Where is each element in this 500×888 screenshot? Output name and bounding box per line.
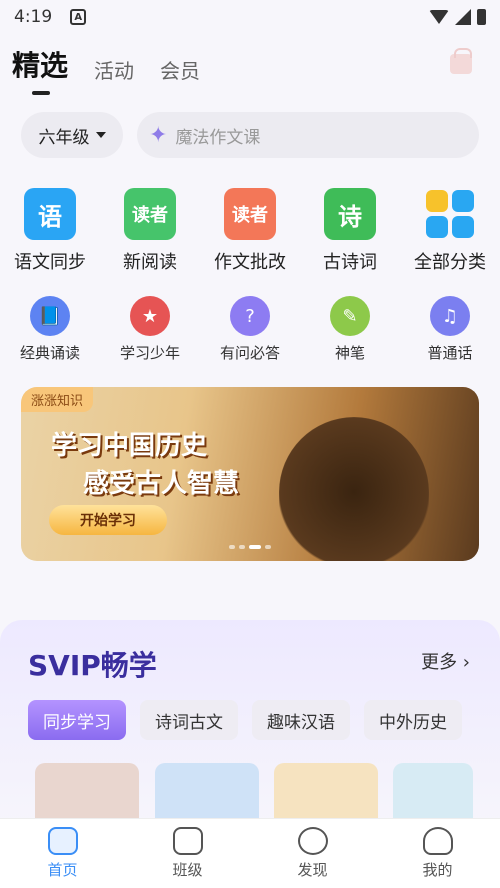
new-reading-icon: 读者 bbox=[124, 188, 176, 240]
octopus-icon bbox=[422, 827, 453, 855]
grid-item-qa[interactable]: ? 有问必答 bbox=[200, 296, 300, 363]
grid-item-label: 学习少年 bbox=[119, 344, 180, 362]
grid-item-label: 古诗词 bbox=[323, 252, 377, 273]
status-icons bbox=[429, 9, 486, 25]
home-icon bbox=[47, 827, 78, 855]
planet-icon bbox=[297, 827, 328, 855]
nav-home[interactable]: 首页 bbox=[0, 819, 125, 888]
nav-label: 班级 bbox=[172, 861, 203, 879]
main-category-grid: 语 语文同步 读者 新阅读 读者 作文批改 诗 古诗词 全部分类 bbox=[0, 188, 500, 274]
class-icon bbox=[172, 827, 203, 855]
grid-item-label: 有问必答 bbox=[219, 344, 280, 362]
sparkle-icon: ✦ bbox=[149, 122, 168, 148]
nav-class[interactable]: 班级 bbox=[125, 819, 250, 888]
tab-featured[interactable]: 精选 bbox=[12, 44, 68, 84]
grid-item-label: 新阅读 bbox=[123, 252, 177, 273]
grid-item-label: 作文批改 bbox=[214, 252, 286, 273]
nav-discover[interactable]: 发现 bbox=[250, 819, 375, 888]
essay-correction-icon: 读者 bbox=[224, 188, 276, 240]
classic-recitation-icon: 📘 bbox=[30, 296, 70, 336]
tab-membership[interactable]: 会员 bbox=[160, 55, 200, 84]
battery-icon bbox=[477, 9, 486, 25]
banner-illustration bbox=[279, 417, 429, 561]
magic-pen-icon: ✎ bbox=[330, 296, 370, 336]
banner-title-line2: 感受古人智慧 bbox=[83, 469, 240, 499]
grid-item-essay-correction[interactable]: 读者 作文批改 bbox=[200, 188, 300, 274]
chip-sync-learning[interactable]: 同步学习 bbox=[28, 700, 126, 740]
banner-title-line1: 学习中国历史 bbox=[51, 431, 208, 461]
chinese-sync-icon: 语 bbox=[24, 188, 76, 240]
grid-item-classic-recitation[interactable]: 📘 经典诵读 bbox=[0, 296, 100, 363]
svip-section: SVIP畅学 更多 › 同步学习 诗词古文 趣味汉语 中外历史 bbox=[0, 620, 500, 840]
notification-icon: A bbox=[70, 9, 87, 25]
nav-label: 我的 bbox=[422, 861, 453, 879]
grid-item-label: 语文同步 bbox=[14, 252, 86, 273]
tab-activities[interactable]: 活动 bbox=[94, 55, 134, 84]
svip-more-link[interactable]: 更多 › bbox=[421, 648, 470, 674]
promo-banner[interactable]: 涨涨知识 学习中国历史 感受古人智慧 开始学习 bbox=[21, 387, 479, 561]
carousel-dot bbox=[249, 545, 261, 549]
svip-title: SVIP畅学 bbox=[28, 649, 157, 682]
grid-item-label: 普通话 bbox=[427, 344, 473, 362]
top-tabs: 精选 活动 会员 bbox=[12, 44, 200, 84]
grid-item-new-reading[interactable]: 读者 新阅读 bbox=[100, 188, 200, 274]
nav-profile[interactable]: 我的 bbox=[375, 819, 500, 888]
study-youth-icon: ★ bbox=[130, 296, 170, 336]
sub-category-grid: 📘 经典诵读 ★ 学习少年 ? 有问必答 ✎ 神笔 ♫ 普通话 bbox=[0, 296, 500, 363]
nav-label: 首页 bbox=[47, 861, 78, 879]
ancient-poetry-icon: 诗 bbox=[324, 188, 376, 240]
all-categories-icon bbox=[424, 188, 476, 240]
search-input[interactable]: ✦ 魔法作文课 bbox=[137, 112, 479, 158]
wifi-icon bbox=[429, 10, 449, 24]
grade-select[interactable]: 六年级 bbox=[21, 112, 123, 158]
chip-history[interactable]: 中外历史 bbox=[364, 700, 462, 740]
grid-item-label: 神笔 bbox=[334, 344, 365, 362]
gift-icon[interactable] bbox=[450, 48, 472, 74]
bottom-nav: 首页 班级 发现 我的 bbox=[0, 818, 500, 888]
tab-indicator bbox=[32, 91, 50, 95]
grid-item-mandarin[interactable]: ♫ 普通话 bbox=[400, 296, 500, 363]
status-bar: 4:19 A bbox=[0, 0, 500, 34]
status-time: 4:19 bbox=[14, 7, 53, 27]
grid-item-label: 经典诵读 bbox=[19, 344, 80, 362]
search-placeholder: 魔法作文课 bbox=[175, 127, 261, 148]
carousel-dot bbox=[239, 545, 245, 549]
carousel-dots bbox=[229, 545, 271, 549]
grade-value: 六年级 bbox=[38, 127, 90, 148]
caret-down-icon bbox=[95, 132, 106, 138]
grid-item-ancient-poetry[interactable]: 诗 古诗词 bbox=[300, 188, 400, 274]
grid-item-study-youth[interactable]: ★ 学习少年 bbox=[100, 296, 200, 363]
chip-poetry[interactable]: 诗词古文 bbox=[140, 700, 238, 740]
grid-item-label: 全部分类 bbox=[414, 252, 486, 273]
banner-tag: 涨涨知识 bbox=[21, 387, 94, 412]
mandarin-icon: ♫ bbox=[430, 296, 470, 336]
signal-icon bbox=[455, 9, 471, 25]
chip-fun-chinese[interactable]: 趣味汉语 bbox=[252, 700, 350, 740]
qa-icon: ? bbox=[230, 296, 270, 336]
carousel-dot bbox=[229, 545, 235, 549]
nav-label: 发现 bbox=[297, 861, 328, 879]
grid-item-all-categories[interactable]: 全部分类 bbox=[400, 188, 500, 274]
banner-start-button[interactable]: 开始学习 bbox=[49, 505, 167, 535]
carousel-dot bbox=[265, 545, 271, 549]
grid-item-magic-pen[interactable]: ✎ 神笔 bbox=[300, 296, 400, 363]
grid-item-chinese-sync[interactable]: 语 语文同步 bbox=[0, 188, 100, 274]
